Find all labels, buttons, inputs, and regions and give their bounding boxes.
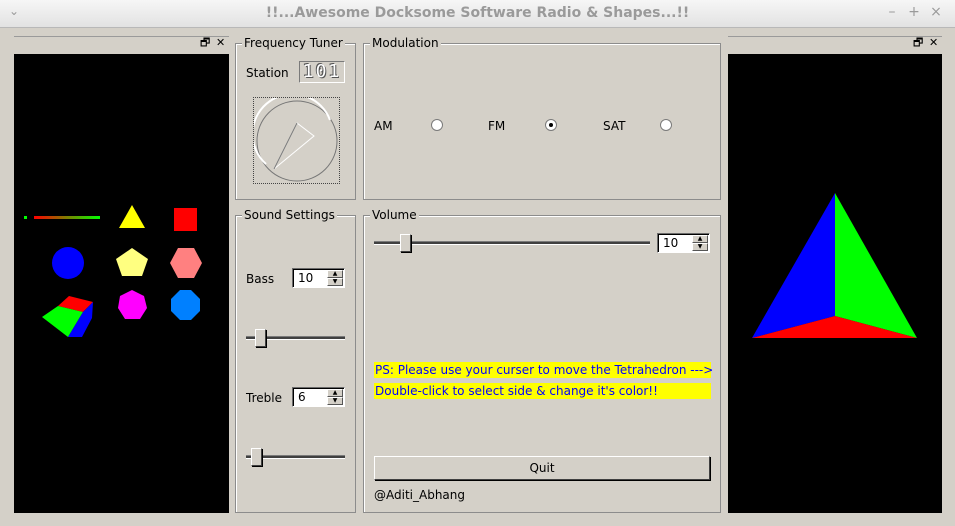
treble-slider-handle[interactable]	[251, 448, 262, 466]
right-dock-header: 🗗 ✕	[728, 36, 942, 50]
fm-radio[interactable]	[545, 119, 557, 131]
close-icon[interactable]: ✕	[929, 37, 938, 49]
left-dock-header: 🗗 ✕	[14, 36, 229, 50]
fm-label: FM	[488, 119, 506, 133]
tetrahedron-canvas[interactable]	[728, 54, 942, 513]
sound-settings-legend: Sound Settings	[242, 208, 337, 222]
volume-value: 10	[663, 236, 679, 250]
frequency-tuner-legend: Frequency Tuner	[242, 36, 345, 50]
modulation-group: Modulation	[363, 36, 721, 200]
volume-slider-handle[interactable]	[400, 234, 411, 252]
close-icon[interactable]: ✕	[216, 37, 225, 49]
station-lcd: 101	[299, 61, 345, 83]
quit-button[interactable]: Quit	[374, 456, 710, 480]
octagon-shape	[171, 290, 200, 320]
volume-spinbox[interactable]: 10 ▲ ▼	[657, 233, 710, 253]
sat-label: SAT	[603, 119, 626, 133]
bass-label: Bass	[246, 272, 275, 286]
maximize-icon[interactable]: +	[907, 4, 921, 20]
bass-spinbox[interactable]: 10 ▲ ▼	[292, 268, 345, 288]
volume-up-icon[interactable]: ▲	[692, 235, 708, 243]
title-bar: ⌄ !!...Awesome Docksome Software Radio &…	[0, 0, 955, 28]
treble-spinbox[interactable]: 6 ▲ ▼	[292, 387, 345, 407]
heptagon-shape	[118, 290, 147, 319]
color-hint-note: Double-click to select side & change it'…	[374, 383, 711, 399]
treble-up-icon[interactable]: ▲	[327, 389, 343, 397]
treble-label: Treble	[246, 391, 282, 405]
tetrahedron-face-blue[interactable]	[752, 193, 835, 338]
frequency-dial[interactable]	[251, 93, 340, 184]
author-label: @Aditi_Abhang	[374, 488, 465, 502]
modulation-legend: Modulation	[370, 36, 441, 50]
bass-value: 10	[298, 271, 314, 285]
bass-slider-handle[interactable]	[255, 329, 266, 347]
volume-legend: Volume	[370, 208, 419, 222]
tetrahedron-hint-note: PS: Please use your curser to move the T…	[374, 362, 714, 378]
tetrahedron-svg	[752, 193, 917, 338]
bass-up-icon[interactable]: ▲	[327, 270, 343, 278]
shapes-svg	[24, 205, 202, 337]
am-label: AM	[374, 119, 393, 133]
volume-down-icon[interactable]: ▼	[692, 243, 708, 251]
triangle-shape	[119, 205, 145, 228]
bass-down-icon[interactable]: ▼	[327, 278, 343, 286]
tetrahedron-face-green[interactable]	[835, 193, 917, 338]
circle-shape	[52, 247, 84, 279]
close-icon[interactable]: ×	[929, 4, 943, 20]
float-icon[interactable]: 🗗	[913, 37, 923, 49]
treble-down-icon[interactable]: ▼	[327, 397, 343, 405]
gradient-line-shape	[24, 216, 100, 219]
volume-slider-track[interactable]	[374, 241, 650, 245]
dial-svg	[251, 93, 338, 182]
window-title: !!...Awesome Docksome Software Radio & S…	[265, 5, 690, 21]
shapes-canvas[interactable]	[14, 54, 229, 513]
sound-settings-group: Sound Settings	[235, 208, 356, 513]
am-radio[interactable]	[431, 119, 443, 131]
float-icon[interactable]: 🗗	[200, 37, 210, 49]
cube-shape	[42, 296, 93, 337]
square-shape	[174, 208, 197, 231]
station-label: Station	[246, 66, 289, 80]
pentagon-shape	[116, 248, 148, 276]
sat-radio[interactable]	[660, 119, 672, 131]
treble-value: 6	[298, 390, 306, 404]
hexagon-shape	[170, 248, 202, 278]
minimize-icon[interactable]: –	[885, 4, 899, 20]
